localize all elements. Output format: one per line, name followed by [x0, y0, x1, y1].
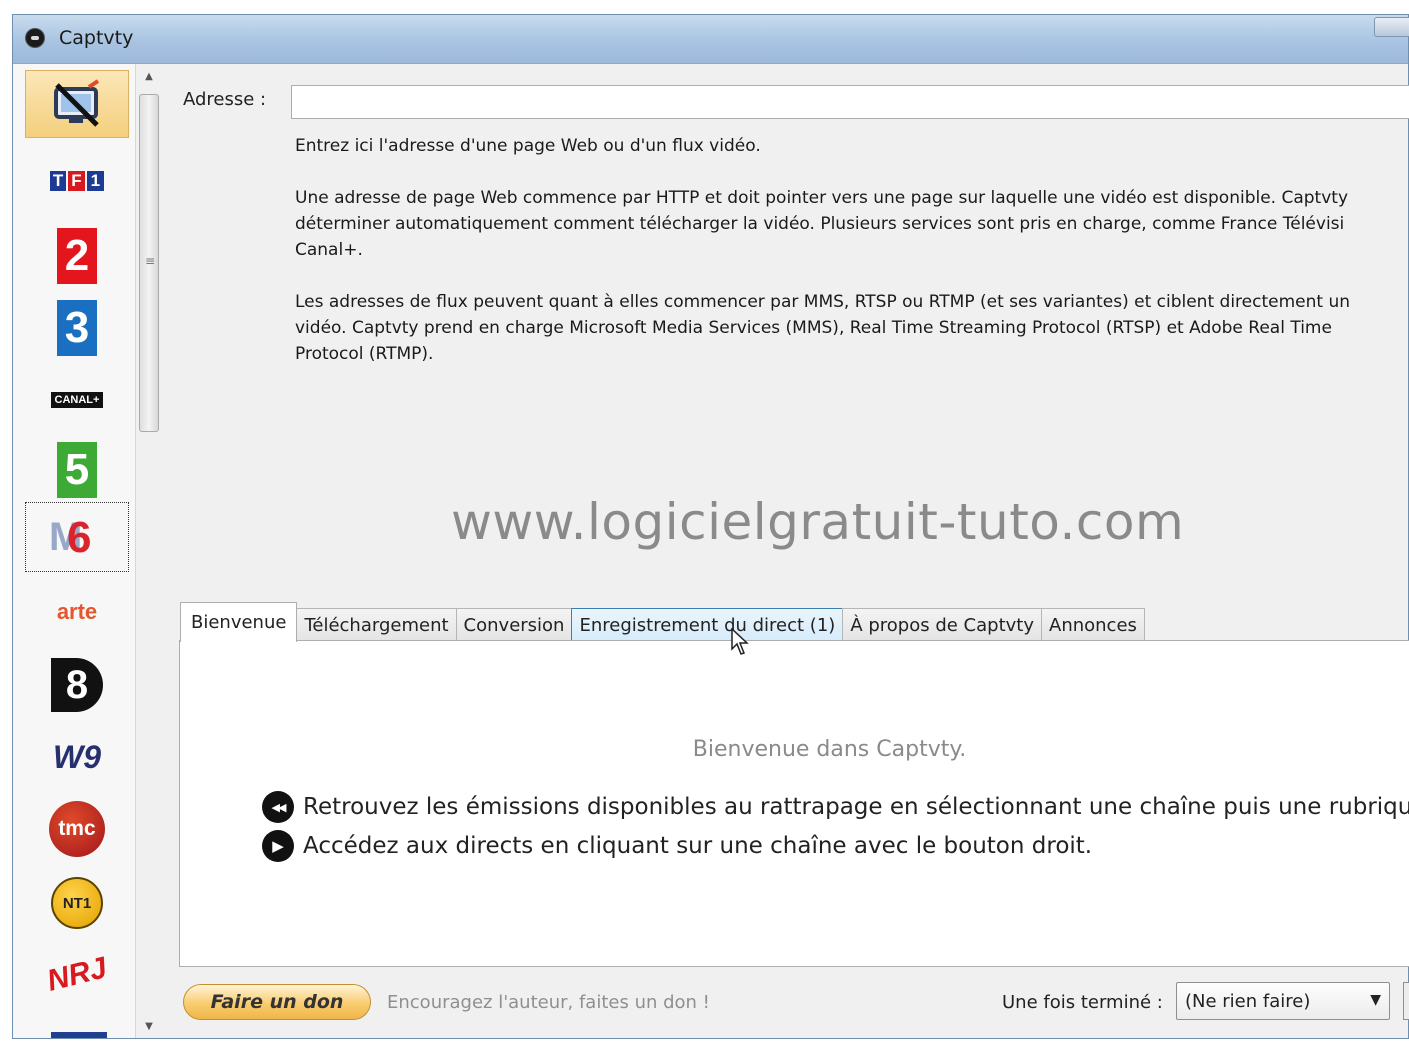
- channel-next-partial: [51, 1032, 107, 1038]
- france3-logo: 3: [57, 300, 97, 356]
- channel-arte[interactable]: arte: [25, 594, 129, 630]
- bottom-bar: Faire un don Encouragez l'auteur, faites…: [161, 978, 1409, 1038]
- after-finish-value: (Ne rien faire): [1185, 991, 1311, 1012]
- channel-nrj12[interactable]: NRJ: [25, 944, 129, 1006]
- partial-button[interactable]: [1403, 982, 1409, 1020]
- grip-icon: ≡: [145, 254, 156, 268]
- m6-logo-six: 6: [67, 513, 92, 562]
- tab-bienvenue[interactable]: Bienvenue: [180, 602, 298, 642]
- address-help-line: Entrez ici l'adresse d'une page Web ou d…: [295, 136, 761, 156]
- scroll-thumb[interactable]: ≡: [139, 94, 159, 432]
- tab-telechargement[interactable]: Téléchargement: [296, 608, 457, 642]
- channel-tf1[interactable]: T F 1: [25, 158, 129, 204]
- channel-d8[interactable]: 8: [25, 652, 129, 718]
- welcome-title: Bienvenue dans Captvty.: [692, 737, 967, 762]
- canalplus-logo: CANAL+: [50, 392, 104, 408]
- after-finish-select[interactable]: (Ne rien faire) ▼: [1176, 982, 1390, 1020]
- tab-bar: Bienvenue Téléchargement Conversion Enre…: [180, 602, 1145, 642]
- window-minimize-button[interactable]: [1374, 17, 1409, 37]
- play-icon: ▶: [262, 830, 294, 862]
- tab-enregistrement-direct[interactable]: Enregistrement du direct (1): [571, 608, 844, 642]
- channel-nt1[interactable]: NT1: [25, 872, 129, 934]
- tab-a-propos[interactable]: À propos de Captvty: [842, 608, 1042, 642]
- w9-logo: W9: [53, 738, 101, 775]
- france2-logo: 2: [57, 228, 97, 284]
- arte-logo: arte: [56, 599, 98, 624]
- nt1-logo: NT1: [51, 877, 103, 929]
- donate-button[interactable]: Faire un don: [183, 984, 371, 1020]
- tip-replay-text: Retrouvez les émissions disponibles au r…: [303, 794, 1409, 820]
- address-label: Adresse :: [183, 89, 267, 110]
- donate-text: Encouragez l'auteur, faites un don !: [387, 992, 710, 1013]
- watermark: www.logicielgratuit-tuto.com: [451, 493, 1185, 551]
- address-help-web: Une adresse de page Web commence par HTT…: [295, 188, 1349, 260]
- nrj12-logo: NRJ: [43, 951, 110, 998]
- app-window: Captvty T F 1 2 3 CANAL+ 5 M 6 arte 8 W9…: [12, 14, 1409, 1039]
- channel-scrollbar[interactable]: ▲ ≡ ▼: [137, 64, 161, 1038]
- rewind-icon: ◀◀: [262, 791, 294, 823]
- channel-france2[interactable]: 2: [25, 222, 129, 290]
- captvty-app-icon: [25, 28, 45, 48]
- channel-address[interactable]: [25, 70, 129, 138]
- m6-logo: M 6: [49, 513, 92, 562]
- channel-tmc[interactable]: tmc: [25, 798, 129, 860]
- d8-logo: 8: [51, 658, 103, 712]
- tmc-logo: tmc: [49, 801, 105, 857]
- mouse-cursor-icon: [731, 628, 749, 655]
- scroll-down-arrow-icon[interactable]: ▼: [137, 1018, 161, 1036]
- tf1-logo: T F 1: [49, 171, 105, 191]
- tip-live: ▶ Accédez aux directs en cliquant sur un…: [262, 830, 1092, 862]
- after-finish-label: Une fois terminé :: [1002, 992, 1163, 1013]
- title-bar[interactable]: Captvty: [13, 15, 1409, 64]
- channel-m6[interactable]: M 6: [25, 502, 129, 572]
- tab-conversion[interactable]: Conversion: [455, 608, 573, 642]
- address-help-stream: Les adresses de flux peuvent quant à ell…: [295, 292, 1350, 364]
- channel-france5[interactable]: 5: [25, 436, 129, 504]
- france5-logo: 5: [57, 442, 97, 498]
- channel-w9[interactable]: W9: [25, 732, 129, 782]
- tip-replay: ◀◀ Retrouvez les émissions disponibles a…: [262, 791, 1409, 823]
- window-title: Captvty: [59, 27, 134, 49]
- channel-france3[interactable]: 3: [25, 294, 129, 362]
- address-tv-icon: [54, 79, 100, 127]
- chevron-down-icon: ▼: [1370, 992, 1381, 1008]
- channel-sidebar: T F 1 2 3 CANAL+ 5 M 6 arte 8 W9 tmc NT1…: [13, 64, 136, 1038]
- tab-annonces[interactable]: Annonces: [1041, 608, 1145, 642]
- address-input[interactable]: [291, 85, 1409, 119]
- tip-live-text: Accédez aux directs en cliquant sur une …: [303, 833, 1093, 859]
- welcome-panel: Bienvenue dans Captvty. ◀◀ Retrouvez les…: [179, 640, 1409, 967]
- scroll-up-arrow-icon[interactable]: ▲: [137, 68, 161, 86]
- channel-canalplus[interactable]: CANAL+: [25, 380, 129, 420]
